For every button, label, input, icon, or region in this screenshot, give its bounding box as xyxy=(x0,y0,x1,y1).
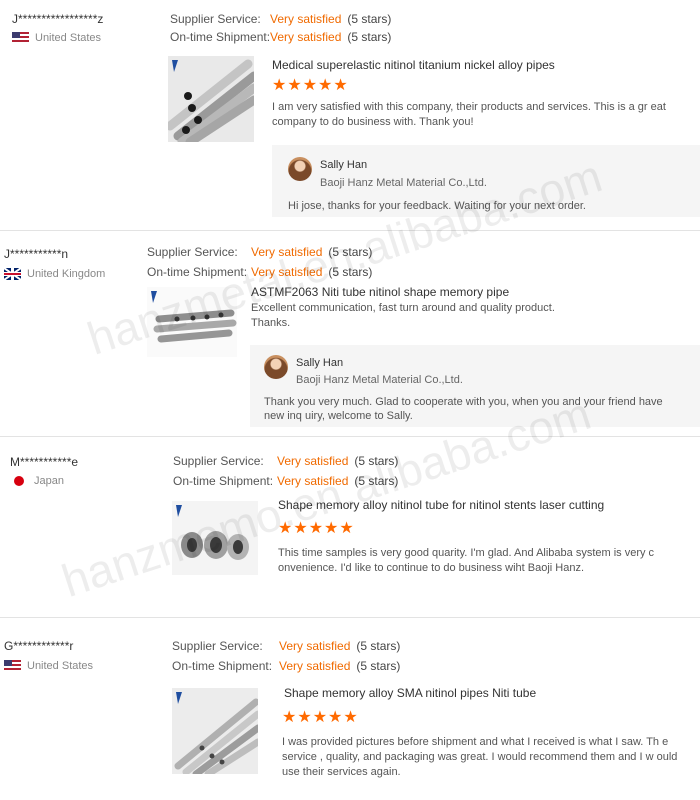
us-flag-icon xyxy=(4,660,21,672)
rating-stars: ★★★★★ xyxy=(282,709,359,726)
supplier-service-value: Very satisfied xyxy=(279,639,351,653)
review-comment: I am very satisfied with this company, t… xyxy=(272,101,666,128)
product-title-link[interactable]: Shape memory alloy nitinol tube for niti… xyxy=(278,498,604,512)
shipment-stars: (5 stars) xyxy=(347,30,392,44)
supplier-service-stars: (5 stars) xyxy=(354,454,399,468)
supplier-service-value: Very satisfied xyxy=(270,12,342,26)
rating-stars: ★★★★★ xyxy=(272,77,349,94)
shipment-stars: (5 stars) xyxy=(354,474,399,488)
review-comment: Excellent communication, fast turn aroun… xyxy=(251,302,555,329)
pipes-image xyxy=(168,56,254,142)
buyer-name: J*****************z xyxy=(12,12,104,26)
shipment-stars: (5 stars) xyxy=(328,265,373,279)
product-thumbnail[interactable] xyxy=(147,287,237,357)
review-card: M***********e Japan Supplier Service: Ver… xyxy=(0,437,700,617)
us-flag-icon xyxy=(12,32,29,44)
shipment-value: Very satisfied xyxy=(270,30,342,44)
supplier-service-rating: Supplier Service: Very satisfied (5 stars) xyxy=(170,12,391,26)
product-thumbnail[interactable] xyxy=(168,56,254,142)
supplier-service-label: Supplier Service: xyxy=(170,12,261,26)
shipment-label: On-time Shipment: xyxy=(170,30,271,44)
shipment-stars: (5 stars) xyxy=(356,659,401,673)
supplier-service-label: Supplier Service: xyxy=(173,454,264,468)
reply-text: Thank you very much. Glad to cooperate w… xyxy=(264,396,663,422)
product-title-link[interactable]: Medical superelastic nitinol titanium ni… xyxy=(272,58,555,72)
buyer-name: J***********n xyxy=(4,247,69,261)
supplier-service-rating: Supplier Service: Very satisfied (5 stars) xyxy=(147,245,372,259)
buyer-country: United Kingdom xyxy=(4,268,105,280)
shipment-rating: On-time Shipment:Very satisfied (5 stars) xyxy=(170,30,391,44)
reply-author: Sally Han xyxy=(296,357,344,369)
shipment-label: On-time Shipment: xyxy=(147,265,248,279)
shipment-rating: On-time Shipment:Very satisfied (5 stars) xyxy=(147,265,372,279)
tubes-image xyxy=(147,287,237,357)
japan-flag-icon xyxy=(14,476,24,486)
product-title-link[interactable]: ASTMF2063 Niti tube nitinol shape memory… xyxy=(251,285,509,299)
supplier-service-label: Supplier Service: xyxy=(172,639,263,653)
shipment-label: On-time Shipment: xyxy=(172,659,273,673)
reply-text: Hi jose, thanks for your feedback. Waiti… xyxy=(288,200,586,212)
review-comment: I was provided pictures before shipment … xyxy=(282,736,678,778)
rating-stars: ★★★★★ xyxy=(278,520,355,537)
supplier-service-rating: Supplier Service: Very satisfied (5 stars) xyxy=(172,639,400,653)
avatar xyxy=(288,157,312,181)
uk-flag-icon xyxy=(4,268,21,280)
sma-pipes-image xyxy=(172,688,258,774)
product-title-link[interactable]: Shape memory alloy SMA nitinol pipes Nit… xyxy=(284,686,536,700)
country-label: United Kingdom xyxy=(27,268,106,280)
reply-company: Baoji Hanz Metal Material Co.,Ltd. xyxy=(320,177,487,189)
shipment-rating: On-time Shipment:Very satisfied (5 stars) xyxy=(173,474,398,488)
review-card: G************r United States Supplier Se… xyxy=(0,618,700,800)
buyer-country: United States xyxy=(12,32,101,44)
supplier-service-stars: (5 stars) xyxy=(347,12,392,26)
supplier-service-stars: (5 stars) xyxy=(356,639,401,653)
product-thumbnail[interactable] xyxy=(172,688,258,774)
country-label: United States xyxy=(35,32,102,44)
shipment-value: Very satisfied xyxy=(251,265,323,279)
shipment-value: Very satisfied xyxy=(277,474,349,488)
buyer-country: Japan xyxy=(12,475,64,487)
country-label: United States xyxy=(27,660,94,672)
shipment-label: On-time Shipment: xyxy=(173,474,274,488)
buyer-country: United States xyxy=(4,660,93,672)
shipment-rating: On-time Shipment: Very satisfied (5 stars) xyxy=(172,659,400,673)
review-card: J***********n United Kingdom Supplier Se… xyxy=(0,231,700,436)
review-card: J*****************z United States Suppli… xyxy=(0,0,700,230)
buyer-name: M***********e xyxy=(10,455,79,469)
reply-company: Baoji Hanz Metal Material Co.,Ltd. xyxy=(296,374,463,386)
buyer-name: G************r xyxy=(4,639,74,653)
supplier-service-value: Very satisfied xyxy=(277,454,349,468)
supplier-service-rating: Supplier Service: Very satisfied (5 stars) xyxy=(173,454,398,468)
supplier-reply: Sally Han Baoji Hanz Metal Material Co.,… xyxy=(250,345,700,427)
country-label: Japan xyxy=(34,475,64,487)
supplier-service-value: Very satisfied xyxy=(251,245,323,259)
tube-samples-image xyxy=(172,501,258,575)
shipment-value: Very satisfied xyxy=(279,659,351,673)
supplier-reply: Sally Han Baoji Hanz Metal Material Co.,… xyxy=(272,145,700,217)
supplier-service-stars: (5 stars) xyxy=(328,245,373,259)
reply-author: Sally Han xyxy=(320,159,368,171)
avatar xyxy=(264,355,288,379)
product-thumbnail[interactable] xyxy=(172,501,258,575)
supplier-service-label: Supplier Service: xyxy=(147,245,238,259)
review-comment: This time samples is very good quarity. … xyxy=(278,547,655,574)
